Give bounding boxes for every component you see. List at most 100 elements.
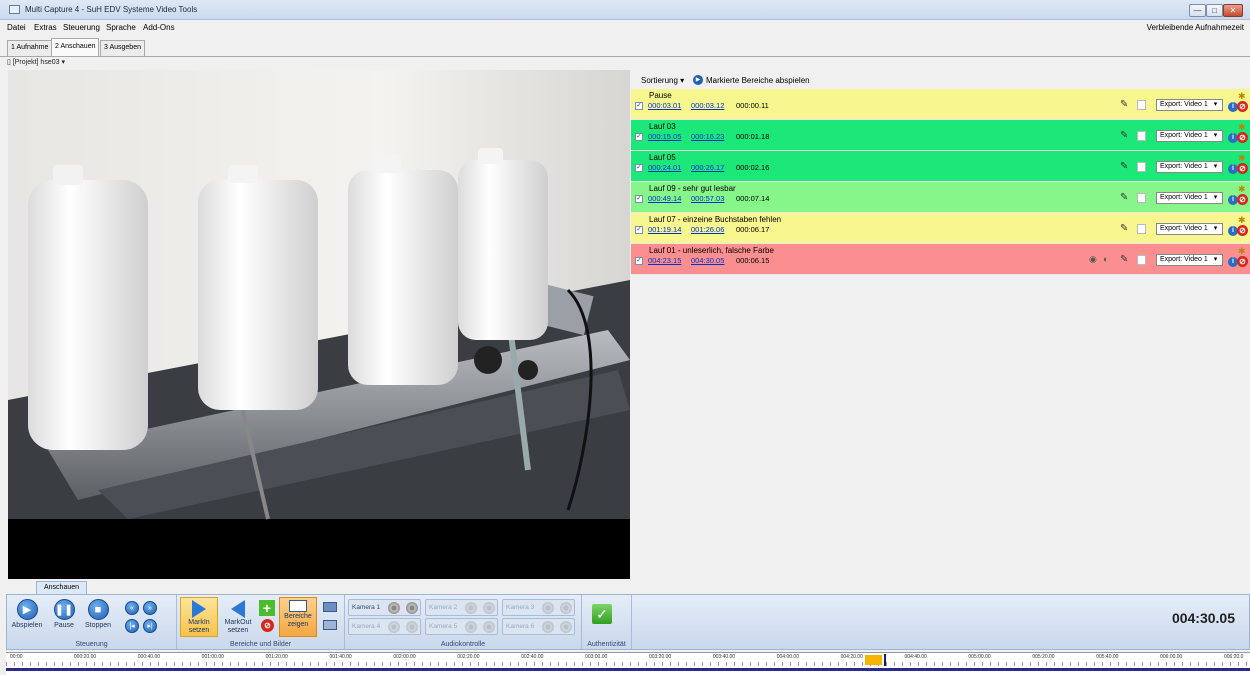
segment-out-time[interactable]: 000:26.17 [691,163,724,172]
menu-datei[interactable]: Datei [7,23,26,32]
segment-out-time[interactable]: 001:26.06 [691,225,724,234]
ribbon-tab-anschauen[interactable]: Anschauen [36,581,88,594]
segment-row[interactable]: ✓ Lauf 05 000:24.01 000:26.17 000:02.16 ✎ Expo… [631,151,1250,182]
segment-out-time[interactable]: 000:16.23 [691,132,724,141]
segment-in-time[interactable]: 000:15.05 [648,132,681,141]
camera-icon[interactable]: ◉ [1089,254,1097,265]
segment-checkbox[interactable]: ✓ [635,102,643,110]
pen-icon[interactable]: ✎ [1120,161,1128,172]
pen-icon[interactable]: ✎ [1120,223,1128,234]
export-image-icon[interactable] [323,620,337,630]
segment-row[interactable]: ✓ Lauf 07 - einzeine Buchstaben fehlen 001… [631,213,1250,244]
timeline-tick-label: 002:00.00 [393,654,416,660]
play-marked-button[interactable]: Markierte Bereiche abspielen [706,76,810,85]
timeline-tick-label: 003:20.00 [648,654,672,660]
export-dropdown[interactable]: Export: Video 1 ▾ [1156,99,1223,111]
pause-button[interactable]: ❚❚ Pause [51,599,77,630]
camera-1-audio[interactable]: Kamera 1 [348,599,421,616]
segment-color-box[interactable] [1137,131,1146,141]
segment-color-box[interactable] [1137,224,1146,234]
camera-4-audio[interactable]: Kamera 4 [348,618,421,635]
tab-ausgeben[interactable]: 3 Ausgeben [100,40,145,56]
segment-checkbox[interactable]: ✓ [635,257,643,265]
segment-color-box[interactable] [1137,255,1146,265]
play-icon[interactable]: ▶ [693,75,703,85]
segment-row[interactable]: ✓ Lauf 01 - unleserlich, falsche Farbe 004… [631,244,1250,275]
video-player[interactable] [8,70,630,579]
app-icon [9,5,20,14]
delete-icon[interactable]: ⊘ [1237,194,1248,205]
segment-in-time[interactable]: 000:49.14 [648,194,681,203]
tab-aufnahme[interactable]: 1 Aufnahme [7,40,53,56]
segment-checkbox[interactable]: ✓ [635,226,643,234]
speaker-icon [560,602,572,614]
sort-dropdown[interactable]: Sortierung ▾ [641,76,684,85]
camera-6-audio[interactable]: Kamera 6 [502,618,575,635]
segment-out-time[interactable]: 004:30.05 [691,256,724,265]
rewind-icon[interactable]: « [125,601,139,615]
menu-sprache[interactable]: Sprache [106,23,136,32]
export-dropdown[interactable]: Export: Video 1 ▾ [1156,254,1223,266]
timeline-range-marker[interactable] [865,655,882,665]
segment-duration: 000:07.14 [736,194,770,203]
menu-steuerung[interactable]: Steuerung [63,23,100,32]
markout-button[interactable]: MarkOut setzen [220,597,256,635]
segment-row[interactable]: ✓ Lauf 09 - sehr gut lesbar 000:49.14 000:5… [631,182,1250,213]
segment-checkbox[interactable]: ✓ [635,195,643,203]
segment-color-box[interactable] [1137,162,1146,172]
segment-checkbox[interactable]: ✓ [635,164,643,172]
export-dropdown[interactable]: Export: Video 1 ▾ [1156,161,1223,173]
export-dropdown[interactable]: Export: Video 1 ▾ [1156,192,1223,204]
camera-3-audio[interactable]: Kamera 3 [502,599,575,616]
export-dropdown[interactable]: Export: Video 1 ▾ [1156,130,1223,142]
camera-5-audio[interactable]: Kamera 5 [425,618,498,635]
play-button[interactable]: ▶ Abspielen [9,599,45,630]
delete-icon[interactable]: ⊘ [1237,225,1248,236]
jump-end-icon[interactable]: ▸| [143,619,157,633]
timeline[interactable]: 00:00 000:20.00 000:40.00 001:00.00 001:20.0… [6,652,1250,675]
forward-icon[interactable]: » [143,601,157,615]
speaker-icon[interactable]: ◐ [1103,254,1108,264]
show-ranges-button[interactable]: Bereiche zeigen [279,597,317,637]
delete-icon[interactable]: ⊘ [261,619,274,632]
camera-2-audio[interactable]: Kamera 2 [425,599,498,616]
image-icon[interactable] [323,602,337,612]
segment-color-box[interactable] [1137,100,1146,110]
segment-row[interactable]: ✓ Pause 000:03.01 000:03.12 000:00.11 ✎ Export… [631,89,1250,120]
segment-in-time[interactable]: 000:03.01 [648,101,681,110]
export-dropdown[interactable]: Export: Video 1 ▾ [1156,223,1223,235]
segment-row[interactable]: ✓ Lauf 03 000:15.05 000:16.23 000:01.18 ✎ Expo… [631,120,1250,151]
delete-icon[interactable]: ⊘ [1237,256,1248,267]
pen-icon[interactable]: ✎ [1120,192,1128,203]
maximize-button[interactable]: □ [1206,4,1223,17]
stop-button[interactable]: ■ Stoppen [81,599,115,630]
segment-actions: ✱ i ⊘ [1226,153,1250,181]
check-icon[interactable]: ✓ [592,604,612,624]
jump-start-icon[interactable]: |◂ [125,619,139,633]
menu-addons[interactable]: Add-Ons [143,23,175,32]
pen-icon[interactable]: ✎ [1120,130,1128,141]
menu-extras[interactable]: Extras [34,23,57,32]
minimize-button[interactable]: — [1189,4,1206,17]
close-button[interactable]: ✕ [1223,4,1243,17]
segment-color-box[interactable] [1137,193,1146,203]
delete-icon[interactable]: ⊘ [1237,163,1248,174]
project-selector[interactable]: ▯ [Projekt] hse03 ▾ [7,58,65,70]
pen-icon[interactable]: ✎ [1120,254,1128,265]
timeline-playhead[interactable] [884,654,886,666]
segment-checkbox[interactable]: ✓ [635,133,643,141]
pen-icon[interactable]: ✎ [1120,99,1128,110]
segment-in-time[interactable]: 000:24.01 [648,163,681,172]
add-icon[interactable]: + [259,600,275,616]
segment-out-time[interactable]: 000:03.12 [691,101,724,110]
delete-icon[interactable]: ⊘ [1237,101,1248,112]
segment-in-time[interactable]: 004:23.15 [648,256,681,265]
segment-in-time[interactable]: 001:19.14 [648,225,681,234]
markin-button[interactable]: MarkIn setzen [180,597,218,637]
tab-anschauen[interactable]: 2 Anschauen [51,38,100,56]
delete-icon[interactable]: ⊘ [1237,132,1248,143]
segment-out-time[interactable]: 000:57.03 [691,194,724,203]
timeline-tick-label: 00:00 [10,654,23,660]
group-steuerung: ▶ Abspielen ❚❚ Pause ■ Stoppen « » |◂ ▸|… [7,595,177,649]
segment-duration: 000:02.16 [736,163,770,172]
